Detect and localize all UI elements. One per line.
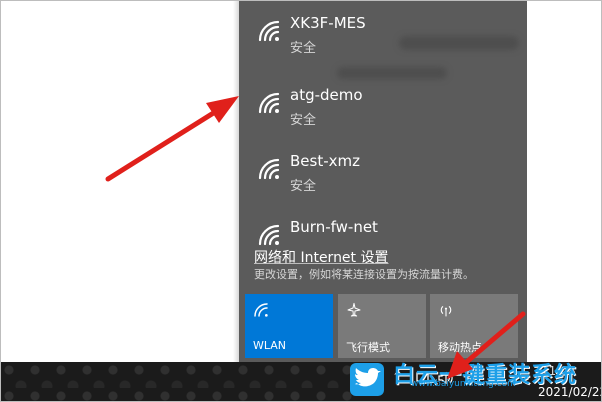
network-name: XK3F-MES: [290, 14, 366, 32]
blurred-redaction: [337, 67, 447, 79]
mobile-hotspot-tile[interactable]: 移动热点: [430, 294, 518, 358]
network-status: 安全: [290, 113, 317, 128]
taskbar-pattern: [1, 362, 361, 401]
network-item[interactable]: Burn-fw-net: [239, 213, 527, 246]
tile-label: 移动热点: [438, 341, 482, 354]
network-settings-link[interactable]: 网络和 Internet 设置: [254, 247, 389, 267]
wifi-signal-icon: [258, 20, 280, 42]
network-name: Best-xmz: [290, 152, 360, 170]
wlan-toggle-tile[interactable]: WLAN: [245, 294, 333, 358]
wifi-icon: [254, 303, 268, 317]
network-flyout: XK3F-MES 安全 atg-demo 安全 Best-xmz 安全 Burn…: [239, 1, 527, 362]
blurred-redaction: [399, 36, 519, 50]
network-item[interactable]: atg-demo 安全: [239, 81, 527, 151]
wifi-signal-icon: [258, 158, 280, 180]
network-settings-description: 更改设置，例如将某连接设置为按流量计费。: [254, 268, 474, 281]
network-name: atg-demo: [290, 86, 363, 104]
watermark-url: www.baiyunxitong.com: [411, 379, 516, 389]
network-status: 安全: [290, 179, 317, 194]
flyout-shadow: [233, 1, 239, 362]
network-item[interactable]: Best-xmz 安全: [239, 147, 527, 217]
desktop-background: [1, 1, 239, 362]
tile-label: 飞行模式: [346, 341, 390, 354]
airplane-icon: [347, 302, 361, 317]
wifi-signal-icon: [258, 224, 280, 246]
network-name: Burn-fw-net: [290, 218, 378, 236]
watermark-bird-logo: [350, 363, 384, 396]
screenshot-frame: XK3F-MES 安全 atg-demo 安全 Best-xmz 安全 Burn…: [0, 0, 602, 402]
airplane-mode-tile[interactable]: 飞行模式: [338, 294, 426, 358]
network-status: 安全: [290, 41, 317, 56]
tile-label: WLAN: [253, 339, 287, 352]
hotspot-icon: [440, 306, 452, 317]
wifi-signal-icon: [258, 92, 280, 114]
